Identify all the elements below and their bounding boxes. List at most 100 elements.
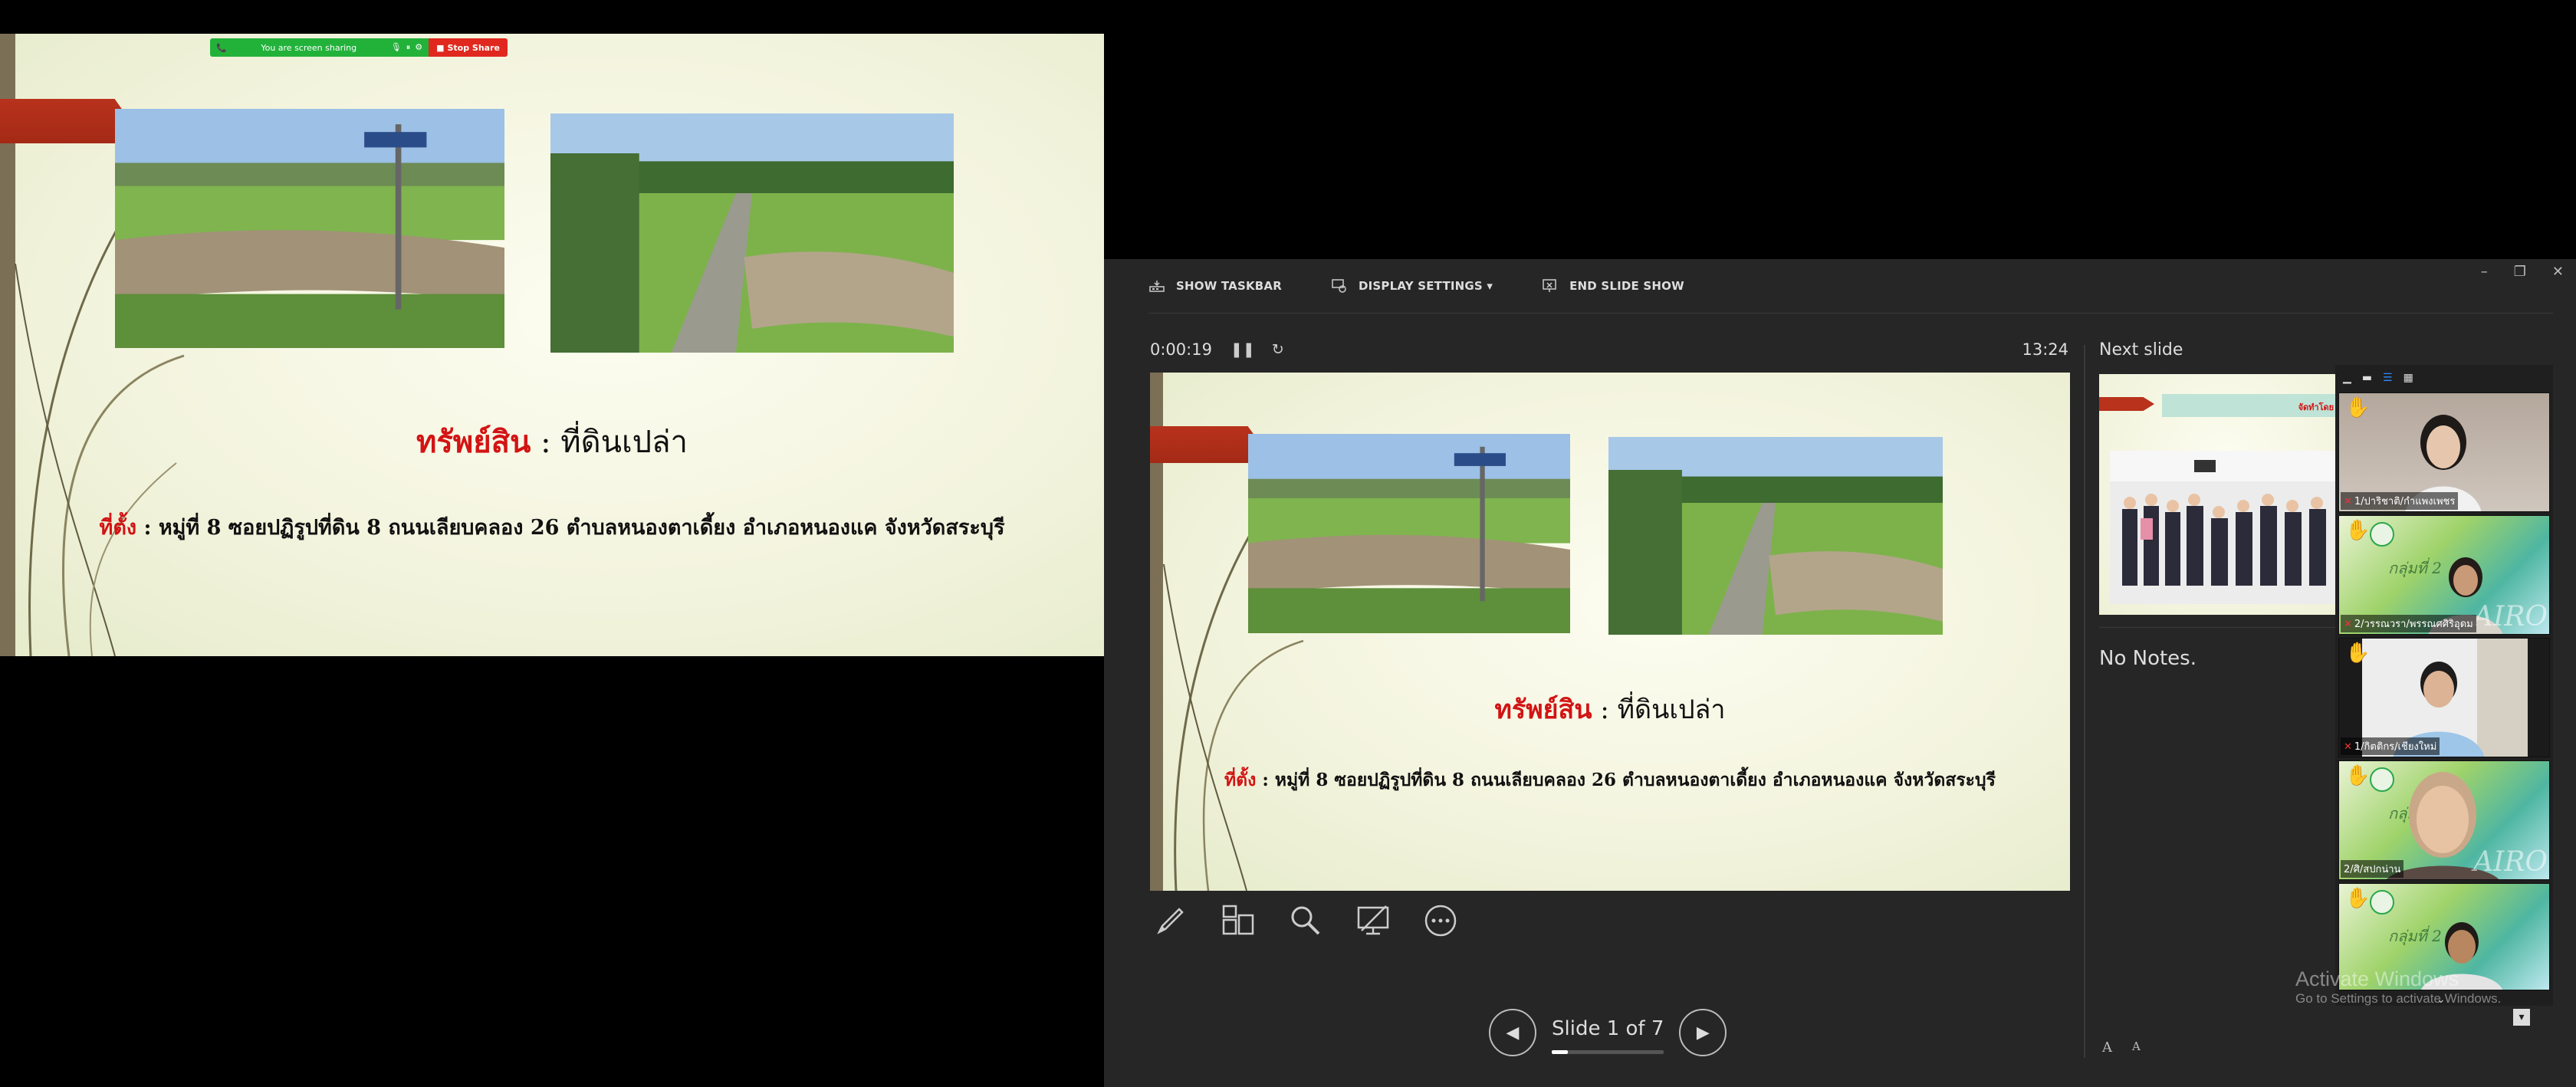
- phone-icon: 📞: [216, 42, 227, 53]
- settings-icon[interactable]: ⚙: [415, 42, 422, 53]
- more-icon: [1424, 905, 1457, 937]
- raised-hand-icon: ✋: [2345, 764, 2371, 787]
- decrease-font-button[interactable]: A: [2132, 1039, 2141, 1056]
- raised-hand-icon: ✋: [2345, 396, 2371, 419]
- restart-timer-icon[interactable]: ↻: [1272, 341, 1284, 358]
- next-slide-thumbnail[interactable]: จัดทำโดย : ฯ: [2099, 374, 2352, 615]
- muted-mic-icon: ✕: [2344, 619, 2352, 630]
- next-slide-header: Next slide: [2099, 340, 2183, 360]
- slide-title: ทรัพย์สิน : ที่ดินเปล่า: [0, 417, 1104, 466]
- share-status-text: You are screen sharing: [261, 42, 357, 53]
- notes-font-controls: A A: [2102, 1039, 2141, 1056]
- increase-font-button[interactable]: A: [2102, 1039, 2112, 1056]
- taskbar-icon: [1148, 277, 1165, 294]
- location-text: : หมู่ที่ 8 ซอยปฏิรูปที่ดิน 8 ถนนเลียบคล…: [1256, 770, 1996, 790]
- rice-field-photo-2: [1608, 437, 1943, 635]
- chevron-left-icon: ◀: [1506, 1023, 1520, 1043]
- show-taskbar-label: SHOW TASKBAR: [1176, 279, 1282, 293]
- next-slide-red-tab: [2099, 397, 2154, 411]
- current-slide-preview: ทรัพย์สิน : ที่ดินเปล่า ที่ตั้ง : หมู่ที…: [1150, 373, 2070, 891]
- slide-title: ทรัพย์สิน : ที่ดินเปล่า: [1150, 688, 2070, 730]
- grid-view-icon[interactable]: ▦: [2404, 372, 2413, 384]
- participant-name: ✕ 2/วรรณวรา/พรรณศศิริอุดม: [2341, 615, 2476, 632]
- title-asset-type: ที่ดินเปล่า: [560, 425, 688, 460]
- stop-share-button[interactable]: ■ Stop Share: [429, 38, 508, 57]
- participant-tile[interactable]: กลุ่มที่ 2 AIRO ✋ 2/ศิ/สปกน่าน: [2338, 760, 2550, 880]
- minimize-gallery-icon[interactable]: ▁: [2343, 372, 2351, 384]
- notes-divider: [2099, 627, 2352, 628]
- show-taskbar-button[interactable]: SHOW TASKBAR: [1148, 277, 1282, 294]
- next-slide-label: Next slide: [2099, 340, 2183, 360]
- background-watermark: AIRO: [2473, 846, 2548, 878]
- more-options-button[interactable]: [1420, 900, 1461, 941]
- current-time: 13:24: [2022, 340, 2068, 359]
- activate-windows-title: Activate Windows: [2295, 967, 2459, 990]
- slide-counter-text: Slide 1 of 7: [1552, 1017, 1664, 1040]
- chevron-right-icon: ▶: [1696, 1023, 1710, 1043]
- end-slide-show-label: END SLIDE SHOW: [1569, 279, 1684, 293]
- pause-timer-icon[interactable]: ❚❚: [1230, 341, 1255, 358]
- slide-navigation: ◀ Slide 1 of 7 ▶: [1489, 1009, 1727, 1056]
- organization-logo: [2370, 522, 2394, 547]
- rice-field-photo-2: [550, 113, 954, 353]
- single-view-icon[interactable]: ▬: [2362, 372, 2372, 384]
- close-icon[interactable]: ✕: [2552, 264, 2564, 280]
- panel-divider[interactable]: [2084, 345, 2085, 1058]
- slide-red-tab: [1150, 426, 1261, 463]
- elapsed-timer: 0:00:19: [1150, 340, 1212, 359]
- expand-dropdown-icon[interactable]: ▾: [2513, 1009, 2530, 1026]
- slide-location: ที่ตั้ง : หมู่ที่ 8 ซอยปฏิรูปที่ดิน 8 ถน…: [1150, 767, 2070, 794]
- previous-slide-button[interactable]: ◀: [1489, 1009, 1536, 1056]
- organization-logo: [2370, 890, 2394, 915]
- title-asset-type: ที่ดินเปล่า: [1617, 695, 1726, 725]
- minimize-icon[interactable]: –: [2481, 264, 2488, 280]
- muted-mic-icon: ✕: [2344, 496, 2352, 507]
- display-settings-icon: [1331, 277, 1348, 294]
- display-settings-button[interactable]: DISPLAY SETTINGS ▾: [1331, 277, 1493, 294]
- background-watermark: AIRO: [2473, 601, 2548, 632]
- speaker-notes[interactable]: No Notes.: [2099, 647, 2196, 670]
- end-show-icon: [1542, 277, 1559, 294]
- next-slide-banner: จัดทำโดย : ฯ: [2162, 394, 2352, 417]
- restore-icon[interactable]: ❐: [2514, 264, 2526, 280]
- participant-name: 2/ศิ/สปกน่าน: [2341, 860, 2404, 878]
- activate-windows-subtitle: Go to Settings to activate Windows.: [2295, 991, 2502, 1006]
- see-all-slides-button[interactable]: [1217, 900, 1259, 941]
- slide-location: ที่ตั้ง : หมู่ที่ 8 ซอยปฏิรูปที่ดิน 8 ถน…: [0, 511, 1104, 544]
- mic-icon[interactable]: 🎙: [391, 42, 402, 53]
- slide-progress-fill: [1552, 1050, 1568, 1054]
- title-asset-label: ทรัพย์สิน: [1494, 695, 1592, 725]
- raised-hand-icon: ✋: [2345, 519, 2371, 542]
- pause-share-icon[interactable]: ⏸: [406, 42, 411, 53]
- raised-hand-icon: ✋: [2345, 642, 2371, 665]
- title-asset-label: ทรัพย์สิน: [416, 424, 531, 460]
- gallery-toolbar: ▁ ▬ ☰ ▦: [2335, 365, 2553, 391]
- slide-progress-bar: [1552, 1050, 1664, 1054]
- shared-slide: ทรัพย์สิน : ที่ดินเปล่า ที่ตั้ง : หมู่ที…: [0, 34, 1104, 656]
- stop-share-label: Stop Share: [447, 42, 500, 53]
- next-slide-button[interactable]: ▶: [1679, 1009, 1727, 1056]
- end-slide-show-button[interactable]: END SLIDE SHOW: [1542, 277, 1684, 294]
- slide-red-tab: [0, 99, 130, 143]
- location-label: ที่ตั้ง: [1224, 770, 1257, 790]
- strip-view-icon[interactable]: ☰: [2383, 372, 2393, 384]
- timer-row: 0:00:19 ❚❚ ↻ 13:24: [1150, 340, 2068, 359]
- black-screen-button[interactable]: [1352, 900, 1394, 941]
- screen-share-bar: 📞 You are screen sharing 🎙 ⏸ ⚙ ■ Stop Sh…: [210, 38, 508, 57]
- group-photo: [2110, 451, 2340, 604]
- muted-mic-icon: ✕: [2344, 741, 2352, 753]
- screen-toggle-icon: [1357, 905, 1389, 935]
- rice-field-photo-1: [1248, 434, 1570, 633]
- activate-windows-watermark: Activate Windows Go to Settings to activ…: [2295, 967, 2501, 1007]
- participant-tile[interactable]: กลุ่มที่ 2 AIRO ✋ ✕ 2/วรรณวรา/พรรณศศิริอุ…: [2338, 515, 2550, 635]
- title-separator: :: [1592, 695, 1618, 725]
- pen-tool-button[interactable]: [1150, 900, 1191, 941]
- stop-icon: ■: [436, 42, 445, 53]
- pen-icon: [1157, 908, 1184, 934]
- zoom-button[interactable]: [1285, 900, 1326, 941]
- title-separator: :: [531, 425, 561, 460]
- location-text: : หมู่ที่ 8 ซอยปฏิรูปที่ดิน 8 ถนนเลียบคล…: [136, 516, 1005, 540]
- participant-tile[interactable]: ✋ ✕ 1/ปาริชาติ/กำแพงเพชร: [2338, 392, 2550, 512]
- raised-hand-icon: ✋: [2345, 887, 2371, 910]
- participant-tile[interactable]: ✋ ✕ 1/กิตติกร/เชียงใหม่: [2338, 638, 2550, 757]
